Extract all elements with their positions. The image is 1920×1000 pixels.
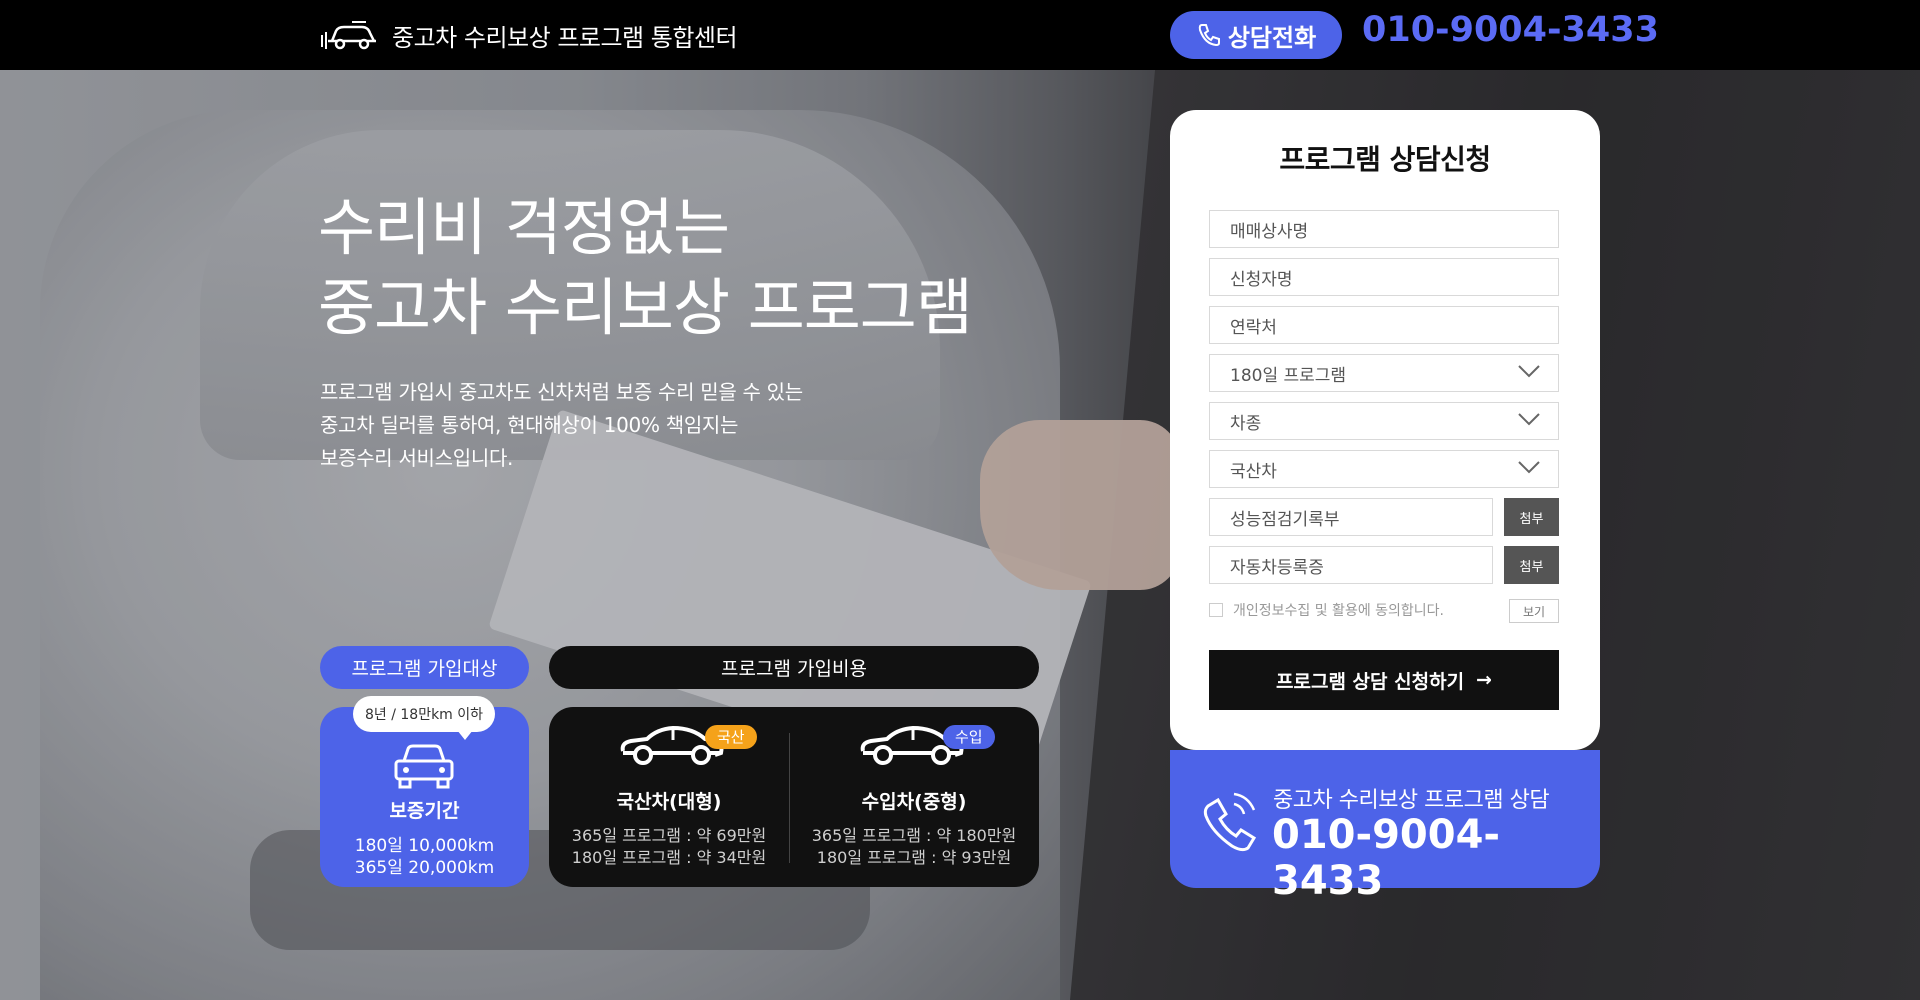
chevron-down-icon — [1518, 461, 1540, 474]
hero-title-line1: 수리비 걱정없는 — [318, 191, 730, 264]
phone-icon — [1198, 24, 1220, 47]
applicant-name-input[interactable]: 신청자명 — [1209, 258, 1559, 296]
header-phone-number[interactable]: 010-9004-3433 — [1362, 10, 1659, 50]
registration-attach-button[interactable]: 첨부 — [1504, 546, 1559, 584]
form-title: 프로그램 상담신청 — [1279, 143, 1491, 176]
cost-pill: 프로그램 가입비용 — [549, 646, 1039, 689]
consultation-form: 프로그램 상담신청 매매상사명 신청자명 연락처 180일 프로그램 차종 국산… — [1170, 110, 1600, 750]
privacy-view-button[interactable]: 보기 — [1509, 599, 1559, 623]
dealer-name-input[interactable]: 매매상사명 — [1209, 210, 1559, 248]
origin-select-value: 국산차 — [1230, 461, 1277, 482]
privacy-checkbox[interactable] — [1209, 603, 1223, 617]
hero-desc-line2: 중고차 딜러를 통하여, 현대해상이 100% 책임지는 — [320, 413, 739, 437]
contact-box-label: 중고차 수리보상 프로그램 상담 — [1273, 788, 1550, 813]
imported-cost: 수입 수입차(중형) 365일 프로그램 : 약 180만원 180일 프로그램… — [789, 707, 1039, 887]
contact-box-phone[interactable]: 010-9004-3433 — [1272, 812, 1600, 904]
imported-title: 수입차(중형) — [861, 791, 967, 813]
logo[interactable]: 중고차 수리보상 프로그램 통합센터 — [318, 17, 738, 53]
domestic-badge: 국산 — [705, 725, 757, 749]
contact-box: 중고차 수리보상 프로그램 상담 010-9004-3433 — [1170, 750, 1600, 904]
inspection-attach-button[interactable]: 첨부 — [1504, 498, 1559, 536]
phone-call-icon — [1203, 792, 1257, 852]
cost-card: 국산 국산차(대형) 365일 프로그램 : 약 69만원 180일 프로그램 … — [549, 707, 1039, 887]
domestic-line2: 180일 프로그램 : 약 34만원 — [571, 848, 767, 867]
arrow-right-icon: → — [1476, 669, 1492, 691]
imported-badge: 수입 — [943, 725, 995, 749]
registration-input[interactable]: 자동차등록증 — [1209, 546, 1493, 584]
eligibility-pill: 프로그램 가입대상 — [320, 646, 529, 689]
chevron-down-icon — [1518, 365, 1540, 378]
program-select[interactable]: 180일 프로그램 — [1209, 354, 1559, 392]
privacy-agree[interactable]: 개인정보수집 및 활용에 동의합니다. — [1209, 600, 1444, 620]
eligibility-title: 보증기간 — [389, 800, 460, 822]
cartype-select-value: 차종 — [1230, 413, 1262, 434]
domestic-line1: 365일 프로그램 : 약 69만원 — [571, 826, 767, 845]
submit-button[interactable]: 프로그램 상담 신청하기 → — [1209, 650, 1559, 710]
hero-desc-line1: 프로그램 가입시 중고차도 신차처럼 보증 수리 믿을 수 있는 — [320, 380, 803, 404]
program-select-value: 180일 프로그램 — [1230, 365, 1347, 386]
imported-line2: 180일 프로그램 : 약 93만원 — [816, 848, 1012, 867]
eligibility-line2: 365일 20,000km — [354, 858, 495, 878]
hero-desc-line3: 보증수리 서비스입니다. — [320, 446, 514, 470]
contact-input[interactable]: 연락처 — [1209, 306, 1559, 344]
submit-button-label: 프로그램 상담 신청하기 — [1276, 670, 1465, 693]
cartype-select[interactable]: 차종 — [1209, 402, 1559, 440]
eligibility-card: 8년 / 18만km 이하 보증기간 180일 10,000km 365일 20… — [320, 696, 529, 887]
call-button[interactable]: 상담전화 — [1170, 11, 1342, 59]
hero-title-line2: 중고차 수리보상 프로그램 — [318, 271, 973, 344]
privacy-agree-text: 개인정보수집 및 활용에 동의합니다. — [1233, 603, 1444, 619]
logo-text: 중고차 수리보상 프로그램 통합센터 — [392, 23, 738, 52]
chevron-down-icon — [1518, 413, 1540, 426]
hero-description: 프로그램 가입시 중고차도 신차처럼 보증 수리 믿을 수 있는 중고차 딜러를… — [320, 376, 803, 475]
domestic-title: 국산차(대형) — [616, 791, 722, 813]
call-button-label: 상담전화 — [1227, 23, 1317, 52]
car-logo-icon — [321, 21, 376, 50]
car-icon — [394, 744, 454, 789]
origin-select[interactable]: 국산차 — [1209, 450, 1559, 488]
inspection-record-input[interactable]: 성능점검기록부 — [1209, 498, 1493, 536]
hero-title: 수리비 걱정없는 중고차 수리보상 프로그램 — [318, 188, 973, 348]
imported-line1: 365일 프로그램 : 약 180만원 — [811, 826, 1017, 845]
domestic-cost: 국산 국산차(대형) 365일 프로그램 : 약 69만원 180일 프로그램 … — [549, 707, 789, 887]
eligibility-bubble: 8년 / 18만km 이하 — [353, 696, 495, 740]
top-bar: 중고차 수리보상 프로그램 통합센터 상담전화 010-9004-3433 — [0, 0, 1920, 70]
